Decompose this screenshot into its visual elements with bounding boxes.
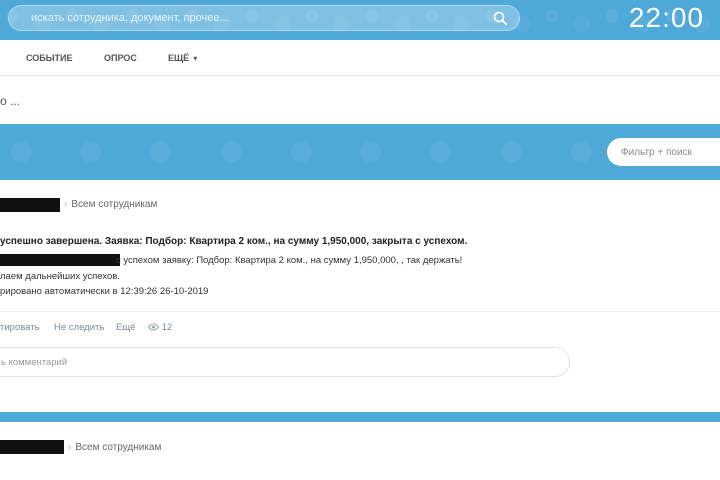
feed-separator bbox=[0, 412, 720, 422]
comment-input[interactable] bbox=[1, 348, 541, 376]
post-generated-note: рировано автоматически в 12:39:26 26-10-… bbox=[0, 286, 209, 297]
eye-icon bbox=[147, 323, 160, 331]
tab-more-label: ЕЩЁ bbox=[168, 53, 190, 63]
recipient-label[interactable]: Всем сотрудникам bbox=[75, 442, 161, 453]
redacted-author bbox=[0, 198, 60, 212]
top-header-bar: 22:00 bbox=[0, 0, 720, 40]
unfollow-link[interactable]: Не следить bbox=[54, 322, 104, 333]
comment-box[interactable] bbox=[0, 347, 570, 377]
chevron-down-icon: ▾ bbox=[193, 54, 198, 63]
composer-placeholder[interactable]: о ... bbox=[0, 94, 20, 108]
tab-poll[interactable]: ОПРОС bbox=[104, 53, 137, 63]
redacted-author bbox=[0, 440, 64, 454]
post-recipient: › Всем сотрудникам bbox=[64, 199, 157, 210]
more-actions-link[interactable]: Ещё bbox=[116, 322, 135, 333]
post-body-line: лаем дальнейших успехов. bbox=[0, 271, 120, 282]
post-body-line: с успехом заявку: Подбор: Квартира 2 ком… bbox=[116, 255, 463, 266]
view-count-value: 12 bbox=[161, 322, 173, 333]
feed-post: › Всем сотрудникам успешно завершена. Зая… bbox=[0, 180, 720, 412]
post-composer[interactable]: о ... bbox=[0, 76, 720, 124]
search-input[interactable] bbox=[31, 6, 491, 30]
view-count: 12 bbox=[147, 322, 173, 333]
post-type-menu: СОБЫТИЕ ОПРОС ЕЩЁ ▾ bbox=[0, 40, 720, 76]
clock: 22:00 bbox=[628, 2, 704, 33]
chevron-right-icon: › bbox=[68, 442, 72, 453]
search-icon[interactable] bbox=[493, 11, 507, 25]
comment-action-link[interactable]: тировать bbox=[0, 322, 40, 333]
tab-more[interactable]: ЕЩЁ ▾ bbox=[168, 53, 197, 63]
feed-filter-bar bbox=[0, 124, 720, 180]
post-title: успешно завершена. Заявка: Подбор: Кварт… bbox=[0, 236, 468, 247]
post-divider bbox=[0, 311, 720, 312]
post-recipient: › Всем сотрудникам bbox=[68, 442, 161, 453]
tab-event[interactable]: СОБЫТИЕ bbox=[26, 53, 73, 63]
chevron-right-icon: › bbox=[64, 199, 68, 210]
redacted-name bbox=[0, 254, 120, 266]
feed-post: › Всем сотрудникам bbox=[0, 422, 720, 480]
recipient-label[interactable]: Всем сотрудникам bbox=[71, 199, 157, 210]
global-search[interactable] bbox=[8, 5, 520, 31]
filter-search-input[interactable] bbox=[607, 138, 720, 166]
